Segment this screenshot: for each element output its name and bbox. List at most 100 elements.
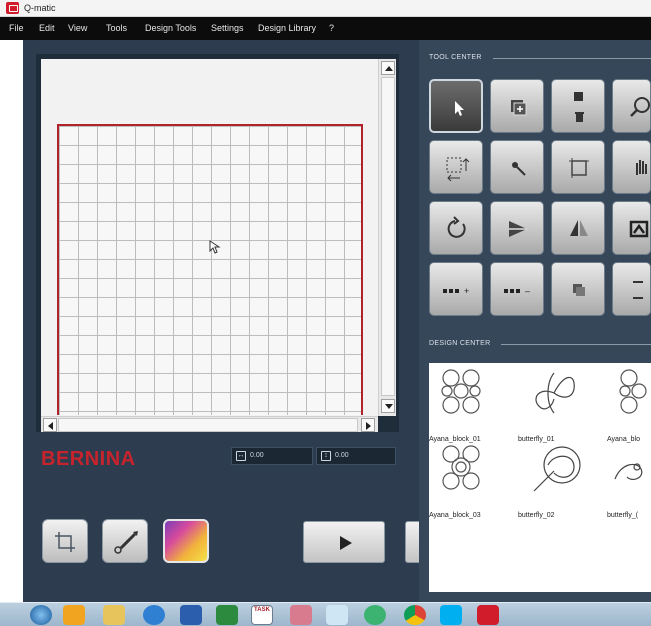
height-icon: ↕ — [321, 451, 331, 461]
rotate-icon — [447, 216, 466, 238]
tool-center-divider — [493, 58, 651, 59]
delete-copy-button[interactable] — [551, 79, 605, 133]
zoom-tool-button[interactable] — [612, 79, 651, 133]
menu-edit[interactable]: Edit — [39, 23, 55, 33]
design-name: Ayana_block_03 — [429, 512, 481, 519]
menu-settings[interactable]: Settings — [211, 23, 244, 33]
pointer-tool-button[interactable] — [429, 79, 483, 133]
stitch-path-icon — [114, 531, 138, 554]
shape-tool-button[interactable] — [612, 201, 651, 255]
delete-copy-icon — [574, 92, 584, 122]
rotate-tool-button[interactable] — [429, 201, 483, 255]
skew-icon — [509, 221, 527, 237]
arrow-up-icon — [385, 66, 393, 71]
stitch-path-button[interactable] — [102, 519, 148, 563]
menu-design-library[interactable]: Design Library — [258, 23, 316, 33]
width-value: 0.00 — [250, 452, 264, 459]
ie-icon[interactable] — [143, 605, 165, 625]
menu-tools[interactable]: Tools — [106, 23, 127, 33]
node-edit-button[interactable] — [490, 140, 544, 194]
ayana-block-pattern-icon — [442, 445, 480, 490]
arrow-down-icon — [385, 404, 393, 409]
play-button[interactable] — [303, 521, 385, 563]
crop-frame-button[interactable] — [42, 519, 88, 563]
pan-tool-button[interactable] — [612, 140, 651, 194]
shape-icon — [629, 220, 649, 238]
taskbar: TASK — [0, 602, 651, 626]
quilt-grid[interactable] — [57, 124, 363, 415]
vertical-scroll-thumb[interactable] — [381, 77, 395, 396]
outlook-icon[interactable] — [63, 605, 85, 625]
width-icon: ↔ — [236, 451, 246, 461]
vertical-scrollbar[interactable] — [378, 59, 396, 416]
menu-file[interactable]: File — [9, 23, 24, 33]
link-tool-button[interactable] — [612, 262, 651, 316]
node-edit-icon — [512, 162, 526, 176]
height-value: 0.00 — [335, 452, 349, 459]
remove-repeat-button[interactable]: – — [490, 262, 544, 316]
window-title: Q-matic — [24, 3, 56, 13]
skype-icon[interactable] — [440, 605, 462, 625]
design-thumbnail[interactable]: butterfly_( — [607, 439, 651, 519]
title-bar: Q-matic — [0, 0, 651, 17]
butterfly-pattern-icon — [535, 372, 575, 414]
qmatic-icon[interactable] — [477, 605, 499, 625]
scroll-right-button[interactable] — [361, 418, 375, 432]
layers-tool-button[interactable] — [551, 262, 605, 316]
pan-hand-icon — [636, 160, 647, 175]
menu-view[interactable]: View — [68, 23, 87, 33]
add-repeat-button[interactable]: + — [429, 262, 483, 316]
ayana-block-pattern-icon — [441, 369, 481, 414]
cloud-icon[interactable] — [364, 605, 386, 625]
remove-repeat-icon: – — [504, 286, 530, 296]
remove-repeat-label: – — [525, 286, 530, 296]
scroll-left-button[interactable] — [43, 418, 57, 432]
horizontal-scrollbar[interactable] — [41, 416, 378, 432]
scroll-up-button[interactable] — [381, 61, 395, 75]
menu-bar: File Edit View Tools Design Tools Settin… — [0, 17, 651, 40]
excel-icon[interactable] — [216, 605, 238, 625]
arrow-right-icon — [366, 422, 371, 430]
mirror-tool-button[interactable] — [551, 201, 605, 255]
arrow-left-icon — [48, 422, 53, 430]
height-readout: ↕ 0.00 — [316, 447, 396, 465]
bernina-logo: BERNINA — [41, 448, 136, 470]
design-thumbnail[interactable]: butterfly_01 — [518, 363, 608, 443]
ayana-block-pattern-icon — [619, 369, 647, 414]
design-thumbnail[interactable]: Ayana_block_03 — [429, 439, 519, 519]
design-thumbnail[interactable]: butterfly_02 — [518, 439, 608, 519]
crop-tool-button[interactable] — [551, 140, 605, 194]
design-name: butterfly_( — [607, 512, 639, 519]
add-repeat-icon: + — [443, 286, 469, 296]
skew-tool-button[interactable] — [490, 201, 544, 255]
layers-icon — [573, 284, 585, 296]
menu-design-tools[interactable]: Design Tools — [145, 23, 196, 33]
task-icon[interactable]: TASK — [251, 605, 273, 625]
notepad-icon[interactable] — [326, 605, 348, 625]
design-name: butterfly_02 — [518, 512, 555, 519]
scroll-down-button[interactable] — [381, 399, 395, 413]
snipping-icon[interactable] — [290, 605, 312, 625]
resize-icon — [446, 157, 470, 182]
pointer-icon — [455, 101, 464, 116]
crop-frame-icon — [55, 532, 75, 552]
menu-help[interactable]: ? — [329, 23, 334, 33]
resize-tool-button[interactable] — [429, 140, 483, 194]
butterfly-pattern-icon — [533, 446, 581, 492]
design-thumbnail[interactable]: Ayana_block_01 — [429, 363, 519, 443]
add-copy-button[interactable] — [490, 79, 544, 133]
link-icon — [633, 281, 643, 299]
horizontal-scroll-thumb[interactable] — [58, 418, 358, 432]
chrome-icon[interactable] — [404, 605, 426, 625]
butterfly-pattern-icon — [614, 463, 643, 481]
zoom-in-icon — [630, 97, 650, 117]
crop-icon — [569, 158, 589, 178]
design-thumbnail[interactable]: Ayana_blo — [607, 363, 651, 443]
start-icon[interactable] — [30, 605, 52, 625]
width-readout: ↔ 0.00 — [231, 447, 313, 465]
explorer-icon[interactable] — [103, 605, 125, 625]
app-logo-icon — [6, 2, 19, 14]
color-palette-button[interactable] — [163, 519, 209, 563]
design-center-title: DESIGN CENTER — [429, 340, 491, 347]
word-icon[interactable] — [180, 605, 202, 625]
